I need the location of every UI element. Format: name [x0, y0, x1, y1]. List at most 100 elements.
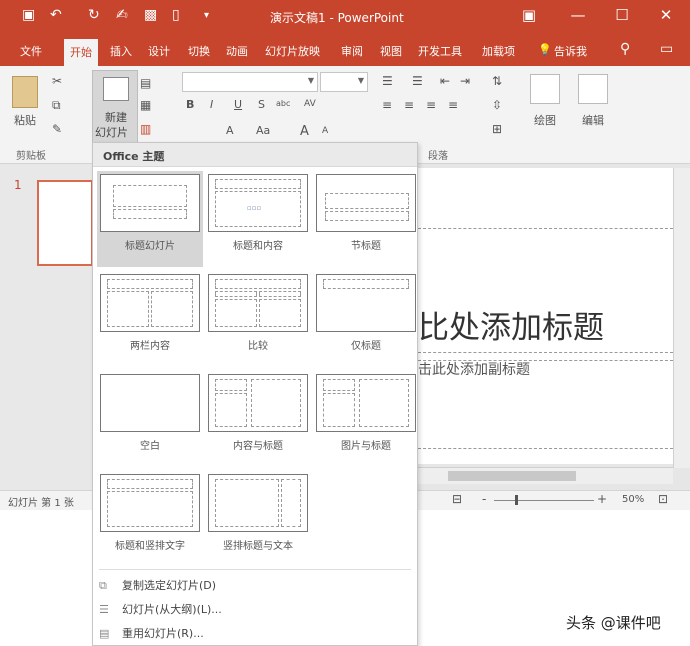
increase-font-button[interactable]: A — [300, 124, 309, 139]
slides-from-outline-command[interactable]: ☰ 幻灯片(从大纲)(L)... — [99, 601, 222, 617]
tab-insert[interactable]: 插入 — [110, 43, 132, 59]
reset-icon[interactable]: ▦ — [140, 98, 151, 112]
layout-blank[interactable]: 空白 — [97, 371, 203, 467]
left-content-box — [107, 291, 149, 327]
text-direction-icon[interactable]: ⇅ — [492, 74, 502, 88]
new-file-icon[interactable]: ▯ — [172, 7, 180, 23]
comments-icon[interactable]: ▭ — [660, 41, 673, 57]
find-icon[interactable] — [578, 74, 608, 104]
paste-label[interactable]: 粘贴 — [14, 112, 36, 128]
cut-icon[interactable]: ✂ — [52, 74, 62, 88]
layout-comparison[interactable]: 比较 — [205, 271, 311, 367]
layout-preview — [208, 374, 308, 432]
layout-label: 仅标题 — [351, 341, 381, 352]
reuse-slides-command[interactable]: ▤ 重用幻灯片(R)... — [99, 625, 204, 641]
scroll-thumb[interactable] — [448, 471, 576, 481]
tab-animations[interactable]: 动画 — [226, 43, 248, 59]
layout-label: 比较 — [248, 341, 268, 352]
layout-icon[interactable]: ▤ — [140, 76, 151, 90]
align-left-icon[interactable]: ≡ — [382, 98, 392, 112]
tab-review[interactable]: 审阅 — [341, 43, 363, 59]
tab-transitions[interactable]: 切换 — [188, 43, 210, 59]
new-slide-button[interactable]: 新建 幻灯片 — [92, 70, 138, 144]
format-painter-icon[interactable]: ✎ — [52, 122, 62, 136]
layout-preview — [316, 374, 416, 432]
tab-design[interactable]: 设计 — [148, 43, 170, 59]
section-icon[interactable]: ▥ — [140, 122, 151, 136]
italic-button[interactable]: I — [210, 98, 213, 111]
close-button[interactable]: ✕ — [654, 6, 678, 24]
layout-section-header[interactable]: 节标题 — [313, 171, 419, 267]
customize-qat-icon[interactable]: ▾ — [204, 10, 209, 21]
edit-label[interactable]: 编辑 — [582, 112, 604, 128]
tab-home[interactable]: 开始 — [64, 39, 98, 66]
zoom-level[interactable]: 50% — [622, 494, 644, 505]
font-name-combo[interactable]: ▼ — [182, 72, 318, 92]
char-spacing-button[interactable]: AV — [304, 99, 316, 109]
new-slide-icon — [103, 77, 129, 101]
outdent-icon[interactable]: ⇥ — [460, 74, 470, 88]
layout-picture-caption[interactable]: 图片与标题 — [313, 371, 419, 467]
ribbon-display-options-icon[interactable]: ▣ — [517, 6, 541, 24]
user-icon[interactable]: ⚲ — [620, 41, 630, 57]
draw-label[interactable]: 绘图 — [534, 112, 556, 128]
zoom-in-button[interactable]: + — [597, 492, 607, 506]
draw-shapes-icon[interactable] — [530, 74, 560, 104]
start-slideshow-icon[interactable]: ▩ — [144, 7, 157, 23]
zoom-out-button[interactable]: - — [482, 492, 486, 506]
layout-title-only[interactable]: 仅标题 — [313, 271, 419, 367]
tab-slideshow[interactable]: 幻灯片放映 — [265, 43, 320, 59]
reading-view-icon[interactable]: ⊟ — [452, 492, 462, 506]
layout-title-content[interactable]: ▫▫▫ 标题和内容 — [205, 171, 311, 267]
paste-icon[interactable] — [12, 76, 38, 108]
minimize-button[interactable]: — — [566, 6, 590, 24]
maximize-button[interactable]: ☐ — [610, 6, 634, 24]
layout-two-content[interactable]: 两栏内容 — [97, 271, 203, 367]
theme-header: Office 主题 — [93, 143, 417, 167]
strikethrough-button[interactable]: abc — [276, 99, 290, 108]
underline-button[interactable]: U — [234, 98, 242, 111]
slide-thumbnail[interactable] — [37, 180, 93, 266]
save-icon[interactable]: ▣ — [22, 7, 35, 23]
layout-title-slide[interactable]: 标题幻灯片 — [97, 171, 203, 267]
tab-view[interactable]: 视图 — [380, 43, 402, 59]
slide-title-placeholder[interactable]: 比处添加标题 — [418, 302, 673, 347]
title-box — [215, 179, 301, 189]
layout-vertical-title-text[interactable]: 竖排标题与文本 — [205, 471, 311, 567]
font-size-combo[interactable]: ▼ — [320, 72, 368, 92]
duplicate-slides-command[interactable]: ⧉ 复制选定幻灯片(D) — [99, 577, 216, 593]
lightbulb-icon: 💡 — [538, 43, 552, 56]
tab-developer[interactable]: 开发工具 — [418, 43, 462, 59]
decrease-font-button[interactable]: A — [322, 126, 328, 136]
slide-subtitle-placeholder[interactable]: 击此处添加副标题 — [418, 359, 673, 379]
zoom-slider[interactable] — [494, 500, 594, 501]
shadow-button[interactable]: S — [258, 98, 265, 111]
smartart-icon[interactable]: ⊞ — [492, 122, 502, 136]
justify-icon[interactable]: ≡ — [448, 98, 458, 112]
vertical-scrollbar[interactable] — [673, 168, 690, 468]
bullets-icon[interactable]: ☰ — [382, 74, 393, 88]
indent-icon[interactable]: ⇤ — [440, 74, 450, 88]
align-center-icon[interactable]: ≡ — [404, 98, 414, 112]
align-right-icon[interactable]: ≡ — [426, 98, 436, 112]
tell-me-box[interactable]: 告诉我 — [554, 43, 587, 59]
horizontal-scrollbar[interactable] — [418, 467, 673, 484]
zoom-slider-thumb[interactable] — [515, 495, 518, 505]
tab-addins[interactable]: 加载项 — [482, 43, 515, 59]
undo-icon[interactable]: ↶ — [50, 7, 62, 23]
layout-title-vertical-text[interactable]: 标题和竖排文字 — [97, 471, 203, 567]
redo-icon[interactable]: ↻ — [88, 7, 100, 23]
title-placeholder-top — [418, 228, 673, 229]
new-slide-label-2: 幻灯片 — [95, 126, 128, 139]
bold-button[interactable]: B — [186, 98, 194, 111]
layout-label: 两栏内容 — [130, 341, 170, 352]
numbering-icon[interactable]: ☰ — [412, 74, 423, 88]
font-color-button[interactable]: A — [226, 124, 234, 137]
align-text-icon[interactable]: ⇳ — [492, 98, 502, 112]
copy-icon[interactable]: ⧉ — [52, 98, 61, 113]
layout-content-caption[interactable]: 内容与标题 — [205, 371, 311, 467]
touch-mode-icon[interactable]: ✍ — [116, 7, 128, 23]
fit-slide-icon[interactable]: ⊡ — [658, 492, 668, 506]
change-case-button[interactable]: Aa — [256, 124, 270, 137]
tab-file[interactable]: 文件 — [20, 43, 42, 59]
